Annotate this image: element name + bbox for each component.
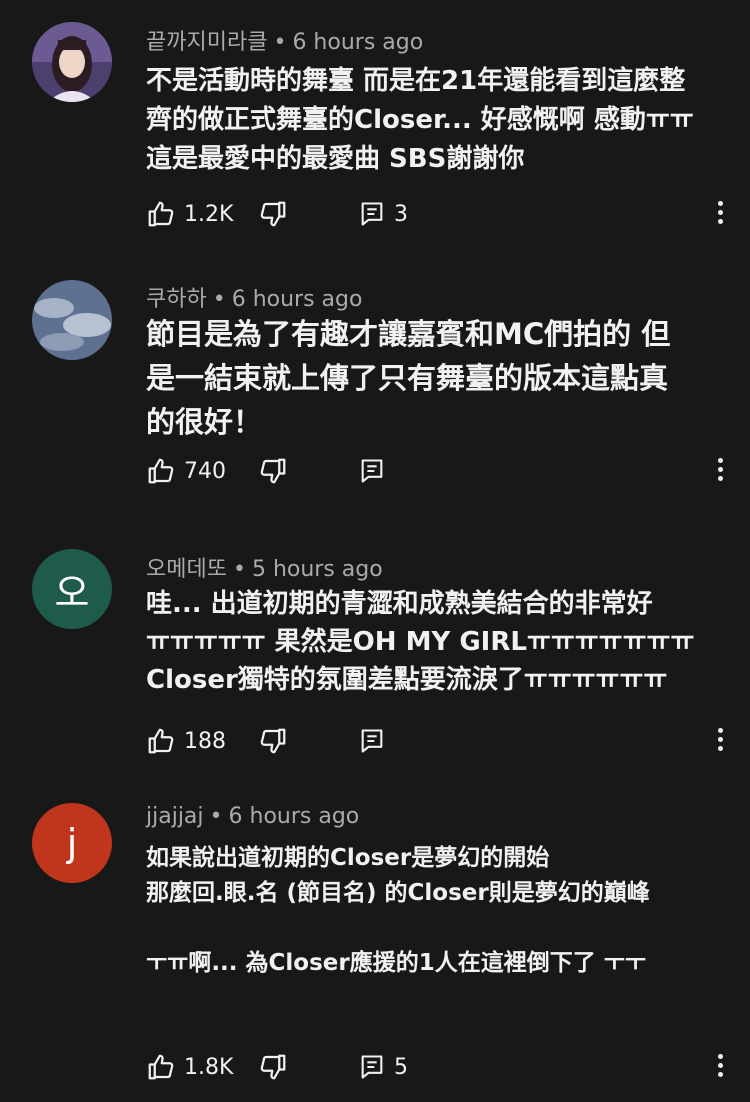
thumbs-down-icon	[260, 458, 286, 484]
avatar[interactable]	[32, 280, 112, 360]
reply-button[interactable]	[358, 454, 386, 488]
like-count: 188	[184, 728, 226, 754]
avatar[interactable]: j	[32, 803, 112, 883]
separator-dot: •	[232, 557, 246, 582]
comment-text: 哇... 出道初期的青澀和成熟美結合的非常好 ㅠㅠㅠㅠㅠ 果然是OH MY GI…	[146, 585, 726, 699]
dislike-button[interactable]	[258, 724, 288, 758]
timestamp: 6 hours ago	[228, 804, 360, 829]
avatar-letter: j	[66, 821, 78, 865]
comment-line: ㅜㅠ啊... 為Closer應援的1人在這裡倒下了 ㅜㅜ	[146, 950, 647, 976]
dislike-button[interactable]	[258, 197, 288, 231]
like-button[interactable]: 188	[146, 724, 226, 758]
dislike-button[interactable]	[258, 454, 288, 488]
comment-meta: 오메데또 • 5 hours ago	[146, 551, 383, 583]
comment-meta: 끝까지미라클 • 6 hours ago	[146, 24, 423, 56]
thumbs-up-icon	[148, 201, 174, 227]
author-name[interactable]: 쿠하하	[146, 287, 207, 312]
comment-line: ㅠㅠㅠㅠㅠ 果然是OH MY GIRLㅠㅠㅠㅠㅠㅠㅠ	[146, 627, 695, 657]
comment-line: 節目是為了有趣才讓嘉賓和MC們拍的 但	[146, 317, 671, 351]
separator-dot: •	[273, 30, 287, 55]
comment-line: 不是活動時的舞臺 而是在21年還能看到這麼整	[146, 66, 686, 96]
like-button[interactable]: 1.8K	[146, 1050, 233, 1084]
comment-line: Closer獨特的氛圍差點要流淚了ㅠㅠㅠㅠㅠㅠ	[146, 665, 668, 695]
dislike-button[interactable]	[258, 1050, 288, 1084]
comment-line: 齊的做正式舞臺的Closer... 好感慨啊 感動ㅠㅠ	[146, 105, 694, 135]
reply-icon	[361, 202, 383, 226]
more-vertical-icon[interactable]	[718, 458, 726, 485]
reply-icon	[361, 729, 383, 753]
like-button[interactable]: 1.2K	[146, 197, 233, 231]
comment-text: 如果說出道初期的Closer是夢幻的開始 那麼回.眼.名 (節目名) 的Clos…	[146, 841, 726, 981]
like-button[interactable]: 740	[146, 454, 226, 488]
comment-text: 不是活動時的舞臺 而是在21年還能看到這麼整 齊的做正式舞臺的Closer...…	[146, 62, 726, 179]
like-count: 740	[184, 458, 226, 484]
author-name[interactable]: 오메데또	[146, 557, 227, 582]
reply-count: 5	[394, 1054, 408, 1080]
thumbs-up-icon	[148, 458, 174, 484]
comment-line: 的很好！	[146, 405, 263, 439]
comment-line: 如果說出道初期的Closer是夢幻的開始	[146, 845, 550, 871]
timestamp: 6 hours ago	[231, 287, 363, 312]
like-count: 1.8K	[184, 1054, 234, 1080]
reply-button[interactable]: 3	[358, 197, 408, 231]
thumbs-down-icon	[260, 1054, 286, 1080]
comment-actions: 740	[146, 454, 726, 488]
reply-count: 3	[394, 201, 408, 227]
avatar[interactable]	[32, 22, 112, 102]
timestamp: 6 hours ago	[292, 30, 424, 55]
more-vertical-icon[interactable]	[718, 1054, 726, 1081]
more-vertical-icon[interactable]	[718, 201, 726, 228]
comment-actions: 1.2K 3	[146, 197, 726, 231]
comment-actions: 1.8K 5	[146, 1050, 726, 1084]
comment-line: 是一結束就上傳了只有舞臺的版本這點真	[146, 361, 669, 395]
timestamp: 5 hours ago	[251, 557, 383, 582]
reply-button[interactable]: 5	[358, 1050, 408, 1084]
avatar-sky-icon	[32, 280, 112, 360]
comment-line: 哇... 出道初期的青澀和成熟美結合的非常好	[146, 589, 653, 619]
comment-line: 那麼回.眼.名 (節目名) 的Closer則是夢幻的巔峰	[146, 880, 650, 906]
reply-icon	[361, 459, 383, 483]
comment-text: 節目是為了有趣才讓嘉賓和MC們拍的 但 是一結束就上傳了只有舞臺的版本這點真 的…	[146, 312, 726, 444]
comment-line	[146, 911, 726, 946]
thumbs-down-icon	[260, 728, 286, 754]
like-count: 1.2K	[184, 201, 234, 227]
thumbs-up-icon	[148, 1054, 174, 1080]
reply-button[interactable]	[358, 724, 386, 758]
comment-meta: jjajjaj • 6 hours ago	[146, 804, 359, 829]
avatar-photo-icon	[32, 22, 112, 102]
author-name[interactable]: 끝까지미라클	[146, 30, 267, 55]
reply-icon	[361, 1055, 383, 1079]
thumbs-up-icon	[148, 728, 174, 754]
separator-dot: •	[212, 287, 226, 312]
more-vertical-icon[interactable]	[718, 728, 726, 755]
author-name[interactable]: jjajjaj	[146, 804, 204, 829]
thumbs-down-icon	[260, 201, 286, 227]
separator-dot: •	[209, 804, 223, 829]
comment-meta: 쿠하하 • 6 hours ago	[146, 281, 362, 313]
comment-actions: 188	[146, 724, 726, 758]
comment-line: 這是最愛中的最愛曲 SBS謝謝你	[146, 144, 525, 174]
avatar[interactable]: 오	[32, 549, 112, 629]
avatar-letter: 오	[54, 570, 90, 615]
